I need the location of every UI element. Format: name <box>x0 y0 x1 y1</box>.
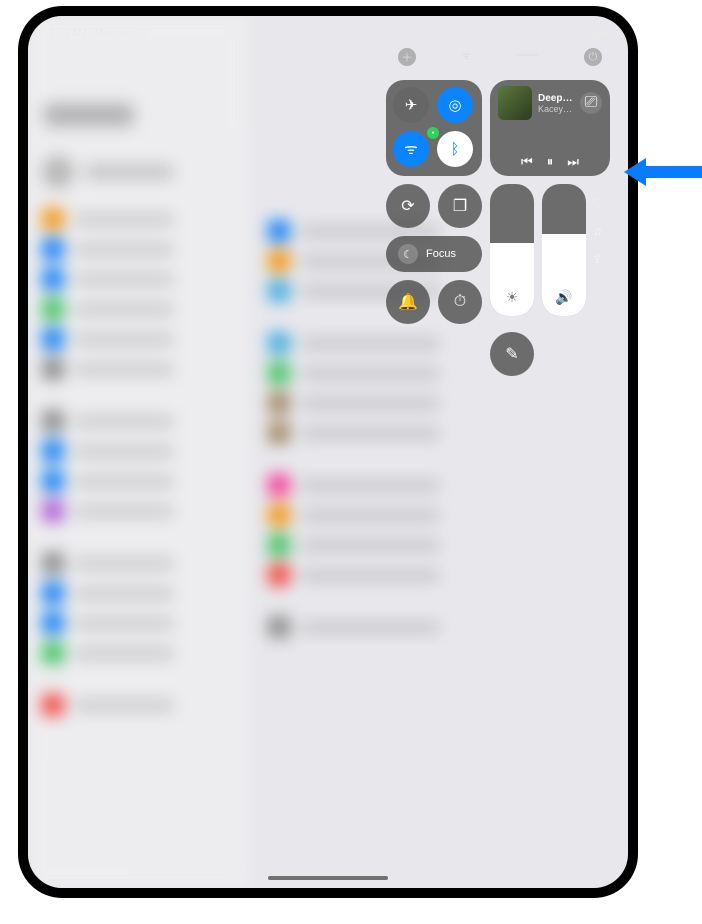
status-date: Mon Jun 10 <box>95 28 147 39</box>
airdrop-toggle[interactable]: ◎ <box>437 87 473 123</box>
volume-icon: 🔊 <box>555 289 572 306</box>
favorite-icon[interactable]: ♡ <box>592 196 603 210</box>
airplay-audio-icon[interactable]: ⇪ <box>592 252 602 266</box>
album-art <box>498 86 532 120</box>
side-shortcuts: ♡ ♫ ⇪ <box>592 196 603 316</box>
home-indicator[interactable] <box>268 876 388 880</box>
airplane-mode-toggle[interactable]: ✈ <box>393 87 429 123</box>
moon-icon: ☾ <box>398 244 418 264</box>
screen-mirroring-button[interactable]: ❐ <box>438 184 482 228</box>
ipad-frame: 9:41 AM Mon Jun 10 100% ＋ ᯤ ━━━ ⏻ ✈ ◎ <box>18 6 638 898</box>
airplay-icon[interactable]: ⎚ <box>580 92 602 114</box>
play-pause-button[interactable]: ⏸ <box>547 154 554 170</box>
track-artist: Kacey Musgrave… <box>538 104 574 114</box>
control-center: ＋ ᯤ ━━━ ⏻ ✈ ◎ ᯤ ᛒ • <box>386 56 614 376</box>
track-title: Deeper Well <box>538 93 574 104</box>
connectivity-tile[interactable]: ✈ ◎ ᯤ ᛒ • <box>386 80 482 176</box>
focus-label: Focus <box>426 248 456 260</box>
timer-button[interactable]: ⏱ <box>438 280 482 324</box>
add-control-button[interactable]: ＋ <box>398 48 416 66</box>
battery-percent: 100% <box>552 28 578 39</box>
orientation-lock-button[interactable]: ⟳ <box>386 184 430 228</box>
now-playing-tile[interactable]: Deeper Well Kacey Musgrave… ⎚ ⏮ ⏸ ⏭ <box>490 80 610 176</box>
status-bar: 9:41 AM Mon Jun 10 100% <box>28 28 628 39</box>
next-track-button[interactable]: ⏭ <box>567 154 579 170</box>
wifi-status-icon: ᯤ <box>462 48 471 66</box>
quick-note-button[interactable]: ✎ <box>490 332 534 376</box>
prev-track-button[interactable]: ⏮ <box>521 154 533 170</box>
bluetooth-icon: ᛒ <box>450 141 459 158</box>
annotation-arrow <box>624 154 702 190</box>
volume-slider[interactable]: 🔊 <box>542 184 586 316</box>
wifi-toggle[interactable]: ᯤ <box>393 131 429 167</box>
status-time: 9:41 AM <box>50 28 87 39</box>
brightness-icon: ☀ <box>506 289 519 306</box>
cellular-badge: • <box>427 127 439 139</box>
silent-mode-button[interactable]: 🔔 <box>386 280 430 324</box>
linked-device-label: ━━━ <box>517 48 539 66</box>
focus-button[interactable]: ☾ Focus <box>386 236 482 272</box>
brightness-slider[interactable]: ☀ <box>490 184 534 316</box>
power-button[interactable]: ⏻ <box>584 48 602 66</box>
bluetooth-toggle[interactable]: ᛒ • <box>437 131 473 167</box>
screen: 9:41 AM Mon Jun 10 100% ＋ ᯤ ━━━ ⏻ ✈ ◎ <box>28 16 628 888</box>
battery-icon <box>586 29 606 39</box>
music-app-icon[interactable]: ♫ <box>593 224 602 238</box>
